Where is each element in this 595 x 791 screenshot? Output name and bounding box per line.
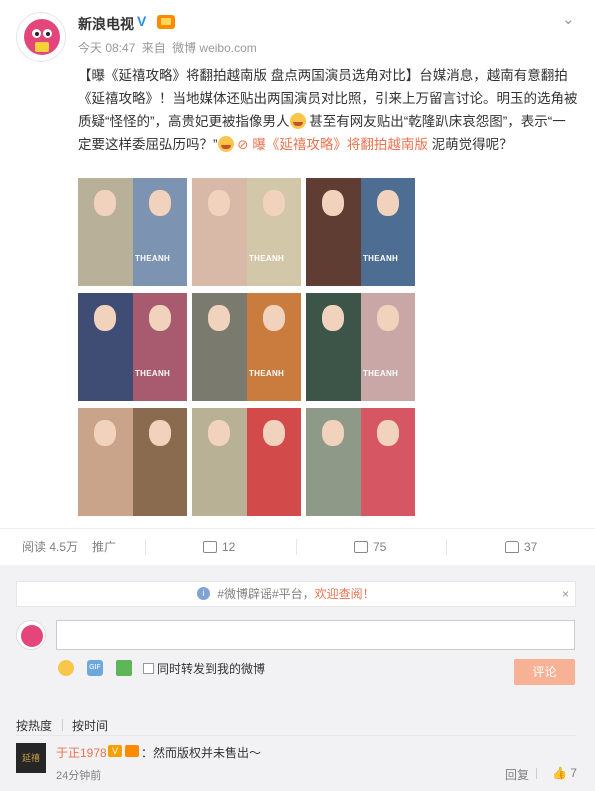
photo-figure (208, 305, 231, 331)
photo-figure (376, 190, 399, 216)
photo-figure (262, 190, 285, 216)
sort-tabs: 按热度 按时间 (0, 705, 595, 735)
reply-button[interactable]: 回复 (505, 766, 529, 783)
photo-thumbnail[interactable]: THEANH (78, 293, 187, 401)
photo-thumbnail[interactable] (192, 408, 301, 516)
photo-figure (94, 420, 117, 446)
laugh-emoji-icon-2 (217, 136, 234, 152)
tab-sort-time[interactable]: 按时间 (72, 717, 108, 734)
photo-figure (322, 305, 345, 331)
post-title: 【曝《延禧攻略》将翻拍越南版 盘点两国演员选角对比】 (78, 68, 420, 83)
photo-figure (376, 305, 399, 331)
photo-figure (148, 305, 171, 331)
photo-figure (94, 190, 117, 216)
from-label: 来自 (141, 41, 166, 55)
post-text: 【曝《延禧攻略》将翻拍越南版 盘点两国演员选角对比】台媒消息，越南有意翻拍《延禧… (78, 64, 578, 156)
photo-figure (94, 305, 117, 331)
gif-picker-icon[interactable]: GIF (87, 660, 103, 676)
photo-figure (208, 420, 231, 446)
tab-sort-hot[interactable]: 按热度 (16, 717, 52, 734)
photo-grid: THEANH THEANH THEANH THEANH THEANH THEANH (78, 178, 415, 516)
repost-button[interactable]: 12 (203, 529, 235, 565)
article-link[interactable]: 曝《延禧攻略》将翻拍越南版 (252, 137, 428, 152)
photo-figure (262, 305, 285, 331)
commenter-avatar[interactable]: 延禧 (16, 743, 46, 773)
comment-time: 24分钟前 (56, 770, 102, 782)
comment-section: i #微博辟谣#平台，欢迎查阅！ × GIF 同时转发到我的微博 评论 按热度 … (0, 565, 595, 791)
comment-text: ：然而版权并未售出～ (141, 746, 262, 760)
photo-watermark: THEANH (249, 254, 285, 263)
verified-badge-icon: V (137, 13, 147, 29)
sync-repost-label[interactable]: 同时转发到我的微博 (157, 660, 265, 677)
photo-figure (262, 420, 285, 446)
photo-thumbnail[interactable] (306, 408, 415, 516)
photo-figure (376, 420, 399, 446)
photo-thumbnail[interactable] (78, 408, 187, 516)
avatar-eye-right (43, 29, 52, 38)
photo-figure (322, 190, 345, 216)
post-source[interactable]: 微博 weibo.com (172, 41, 257, 55)
photo-thumbnail[interactable]: THEANH (306, 293, 415, 401)
divider (296, 539, 297, 555)
photo-thumbnail[interactable]: THEANH (192, 178, 301, 286)
laugh-emoji-icon (289, 113, 306, 129)
divider (145, 539, 146, 555)
avatar-tv (35, 42, 49, 52)
image-picker-icon[interactable] (116, 660, 132, 676)
info-icon: i (197, 587, 210, 600)
post-meta: 今天 08:47 来自 微博 weibo.com (78, 39, 260, 56)
vip-crown-icon (157, 15, 175, 29)
promote-button[interactable]: 推广 (92, 529, 116, 565)
like-button[interactable]: 37 (505, 529, 537, 565)
emoji-picker-icon[interactable] (58, 660, 74, 676)
rumor-notice: i #微博辟谣#平台，欢迎查阅！ × (16, 581, 576, 607)
notice-text[interactable]: #微博辟谣#平台， (217, 587, 314, 601)
verified-badge-icon: V (108, 745, 122, 757)
post-time[interactable]: 今天 08:47 (78, 41, 135, 55)
divider (16, 735, 576, 736)
comment-like-button[interactable]: 👍 7 (552, 766, 577, 780)
comment-input[interactable] (56, 620, 575, 650)
divider (536, 768, 537, 779)
photo-watermark: THEANH (135, 254, 171, 263)
comment-button[interactable]: 75 (354, 529, 386, 565)
thumb-up-icon (505, 541, 519, 553)
commenter-name[interactable]: 于正1978 (56, 744, 107, 761)
photo-thumbnail[interactable]: THEANH (78, 178, 187, 286)
repost-icon (203, 541, 217, 553)
comment-icon (354, 541, 368, 553)
submit-comment-button[interactable]: 评论 (514, 659, 575, 685)
photo-figure (148, 190, 171, 216)
photo-figure (148, 420, 171, 446)
photo-watermark: THEANH (363, 369, 399, 378)
weibo-post: 新浪电视 V ⌄ 今天 08:47 来自 微博 weibo.com 【曝《延禧攻… (0, 0, 595, 540)
article-link-icon[interactable]: ⊘ (237, 137, 252, 152)
action-bar: 阅读 4.5万 推广 12 75 37 (0, 528, 595, 564)
notice-welcome[interactable]: 欢迎查阅！ (315, 587, 375, 601)
read-count: 阅读 4.5万 (22, 540, 79, 554)
more-options-chevron-icon[interactable]: ⌄ (562, 10, 575, 28)
divider (62, 719, 63, 731)
sync-repost-checkbox[interactable] (143, 663, 154, 674)
current-user-avatar (16, 620, 46, 650)
author-avatar[interactable] (16, 12, 66, 62)
post-tail: 泥萌觉得呢？ (427, 137, 513, 152)
photo-figure (208, 190, 231, 216)
photo-watermark: THEANH (363, 254, 399, 263)
avatar-eye-left (32, 29, 41, 38)
divider (446, 539, 447, 555)
close-icon[interactable]: × (562, 582, 569, 606)
photo-watermark: THEANH (135, 369, 171, 378)
photo-watermark: THEANH (249, 369, 285, 378)
photo-figure (322, 420, 345, 446)
author-name[interactable]: 新浪电视 (78, 14, 134, 34)
vip-crown-icon (125, 745, 139, 757)
photo-thumbnail[interactable]: THEANH (306, 178, 415, 286)
photo-thumbnail[interactable]: THEANH (192, 293, 301, 401)
